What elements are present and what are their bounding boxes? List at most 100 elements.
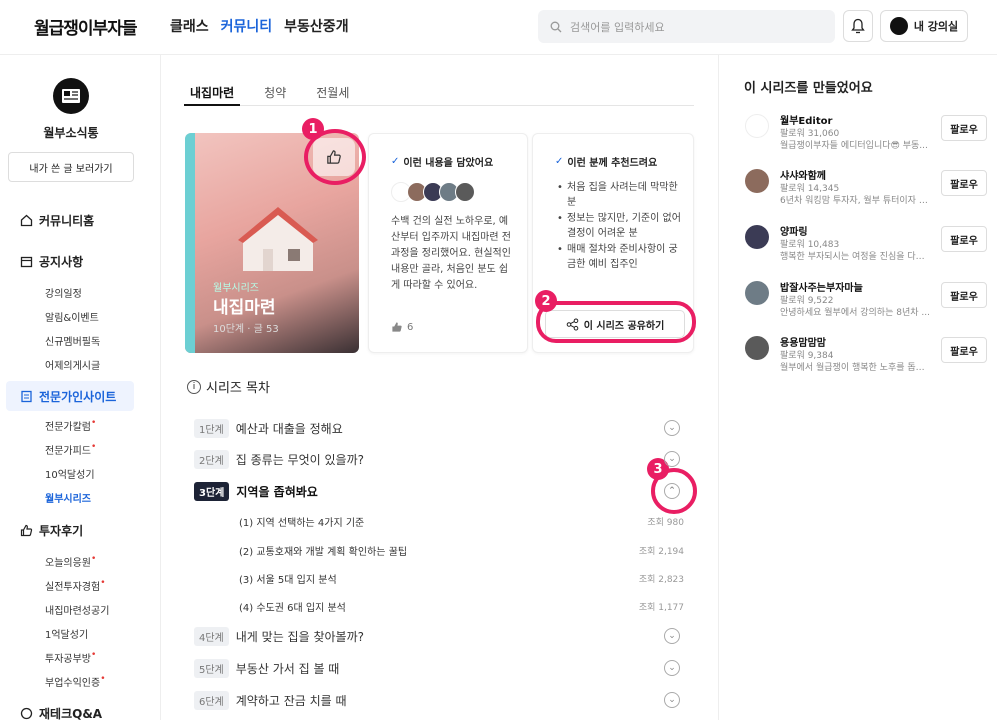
follow-button[interactable]: 팔로우 <box>941 170 987 196</box>
toc-sub-item[interactable]: (1) 지역 선택하는 4가지 기준 조회 980 <box>239 512 686 530</box>
thumbs-up-icon <box>392 322 402 332</box>
bell-icon <box>851 18 865 34</box>
sidebar-item-qna[interactable]: 재테크Q&A <box>20 705 102 722</box>
avatar <box>745 225 769 249</box>
sidebar-item-column[interactable]: 전문가칼럼• <box>45 418 96 433</box>
toc-stage[interactable]: 5단계 부동산 가서 집 볼 때 ⌄ <box>194 657 686 679</box>
chevron-down-icon[interactable]: ⌄ <box>664 660 680 676</box>
new-dot: • <box>100 674 106 684</box>
list-item: 매매 절차와 준비사항이 궁금한 예비 집주인 <box>557 242 681 272</box>
toc-stage[interactable]: 6단계 계약하고 잔금 치를 때 ⌄ <box>194 689 686 711</box>
cover-title: 내집마련 <box>213 298 276 318</box>
sidebar-item-home-success[interactable]: 내집마련성공기 <box>45 602 109 617</box>
follow-button[interactable]: 팔로우 <box>941 226 987 252</box>
main-nav: 클래스 커뮤니티 부동산중개 <box>170 16 349 36</box>
nav-community[interactable]: 커뮤니티 <box>221 16 273 36</box>
new-dot: • <box>91 554 97 564</box>
toc-stage[interactable]: 1단계 예산과 대출을 정해요 ⌄ <box>194 417 686 439</box>
stage-badge: 6단계 <box>194 690 229 710</box>
annotation-badge: 2 <box>535 290 557 312</box>
creator-item[interactable]: 월부Editor 팔로워 31,060 월급쟁이부자들 에디터입니다😎 부동..… <box>745 112 987 158</box>
sidebar-item-yesterday[interactable]: 어제의게시글 <box>45 357 100 372</box>
avatar[interactable] <box>53 78 89 114</box>
like-count-value: 6 <box>407 321 414 333</box>
toc-sub-item[interactable]: (2) 교통호재와 개발 계획 확인하는 꿀팁 조회 2,194 <box>239 541 686 559</box>
stage-badge: 5단계 <box>194 658 229 678</box>
lecture-icon <box>889 17 908 35</box>
sidebar-item-feed[interactable]: 전문가피드• <box>45 442 96 457</box>
search-input[interactable]: 검색어를 입력하세요 <box>538 10 835 43</box>
sub-item-title: (4) 수도권 6대 입지 분석 <box>239 602 346 614</box>
avatar <box>745 336 769 360</box>
search-placeholder: 검색어를 입력하세요 <box>570 20 665 34</box>
chevron-down-icon[interactable]: ⌄ <box>664 420 680 436</box>
sidebar-item-label: 전문가피드 <box>45 446 91 457</box>
stage-badge: 3단계 <box>194 481 230 501</box>
chevron-up-icon[interactable]: ⌃ <box>664 483 680 499</box>
content-description: 수백 건의 실전 노하우로, 예산부터 입주까지 내집마련 전 과정을 정리했어… <box>391 216 511 291</box>
tab-rent[interactable]: 전월세 <box>310 84 355 106</box>
follow-button[interactable]: 팔로우 <box>941 282 987 308</box>
my-lecture-label: 내 강의실 <box>913 20 959 33</box>
sidebar-section-label: 커뮤니티홈 <box>39 214 95 228</box>
sidebar-section-label: 투자후기 <box>39 524 84 538</box>
sidebar-item-newmember[interactable]: 신규멤버필독 <box>45 333 100 348</box>
creator-name: 양파링 <box>780 227 808 238</box>
sidebar-item-cheer[interactable]: 오늘의응원• <box>45 554 96 569</box>
list-item: 정보는 많지만, 기준이 없어 결정이 어려운 분 <box>557 211 681 241</box>
home-icon <box>20 214 33 227</box>
content-card: ✓ 이런 내용을 담았어요 수백 건의 실전 노하우로, 예산부터 입주까지 내집… <box>368 133 528 353</box>
creator-name: 용용맘맘맘 <box>780 338 826 349</box>
nav-realestate[interactable]: 부동산중개 <box>284 16 348 36</box>
my-posts-button[interactable]: 내가 쓴 글 보러가기 <box>8 152 134 182</box>
sidebar-item-notice[interactable]: 공지사항 <box>20 253 83 270</box>
divider <box>160 55 161 720</box>
chevron-down-icon[interactable]: ⌄ <box>664 628 680 644</box>
cover-stripe <box>185 133 195 353</box>
recommend-card-title: ✓ 이런 분께 추천드려요 <box>555 154 657 169</box>
stage-badge: 2단계 <box>194 449 229 469</box>
sidebar-item-practical[interactable]: 실전투자경험• <box>45 578 106 593</box>
sidebar-item-events[interactable]: 알림&이벤트 <box>45 309 99 324</box>
nav-class[interactable]: 클래스 <box>170 16 209 36</box>
sidebar-item-study[interactable]: 투자공부방• <box>45 650 96 665</box>
view-count: 조회 1,177 <box>638 602 684 613</box>
my-lecture-button[interactable]: 내 강의실 <box>880 10 968 42</box>
creator-desc: 안녕하세요 월부에서 강의하는 8년차 ... <box>780 308 930 318</box>
creator-item[interactable]: 샤샤와함께 팔로워 14,345 6년차 워킹맘 투자자, 월부 튜터이자 커.… <box>745 167 987 213</box>
toc-stage[interactable]: 4단계 내게 맞는 집을 찾아볼까? ⌄ <box>194 625 686 647</box>
toc-sub-item[interactable]: (3) 서울 5대 입지 분석 조회 2,823 <box>239 569 686 587</box>
sidebar-item-schedule[interactable]: 강의일정 <box>45 285 82 300</box>
sidebar-item-10eok[interactable]: 10억달성기 <box>45 466 95 481</box>
chevron-down-icon[interactable]: ⌄ <box>664 692 680 708</box>
stage-title: 예산과 대출을 정해요 <box>235 421 343 436</box>
toc-stage-expanded[interactable]: 3단계 지역을 좁혀봐요 ⌃ <box>194 480 686 502</box>
toc-title: 시리즈 목차 <box>206 381 270 396</box>
toc-stage[interactable]: 2단계 집 종류는 무엇이 있을까? ⌄ <box>194 448 686 470</box>
cover-category: 월부시리즈 <box>213 283 259 294</box>
sidebar-item-community-home[interactable]: 커뮤니티홈 <box>20 212 94 229</box>
creator-item[interactable]: 양파링 팔로워 10,483 행복한 부자되시는 여정을 진심을 다해... 팔… <box>745 223 987 269</box>
chevron-down-icon[interactable]: ⌄ <box>664 451 680 467</box>
tab-home-purchase[interactable]: 내집마련 <box>184 84 241 106</box>
sidebar-item-series[interactable]: 월부시리즈 <box>45 490 91 505</box>
notification-button[interactable] <box>843 10 873 42</box>
sidebar-item-sidejob[interactable]: 부업수익인증• <box>45 674 106 689</box>
creator-name: 밥잘사주는부자마늘 <box>780 283 863 294</box>
follow-button[interactable]: 팔로우 <box>941 337 987 363</box>
document-icon <box>21 390 32 403</box>
tab-subscription[interactable]: 청약 <box>258 84 292 106</box>
like-count: 6 <box>391 321 413 333</box>
toc-header: i 시리즈 목차 <box>187 377 270 396</box>
creator-item[interactable]: 용용맘맘맘 팔로워 9,384 월부에서 월급쟁이 행복한 노후를 돕는... … <box>745 334 987 380</box>
sidebar-item-expert-insight[interactable]: 전문가인사이트 <box>20 388 116 405</box>
follow-button[interactable]: 팔로우 <box>941 115 987 141</box>
sidebar-item-1eok[interactable]: 1억달성기 <box>45 626 88 641</box>
sidebar-item-review[interactable]: 투자후기 <box>20 522 83 539</box>
toc-sub-item[interactable]: (4) 수도권 6대 입지 분석 조회 1,177 <box>239 597 686 615</box>
creator-item[interactable]: 밥잘사주는부자마늘 팔로워 9,522 안녕하세요 월부에서 강의하는 8년차 … <box>745 279 987 325</box>
site-logo[interactable]: 월급쟁이부자들 <box>34 14 137 39</box>
recommend-card-title-text: 이런 분께 추천드려요 <box>567 158 658 169</box>
recommend-list: 처음 집을 사려는데 막막한 분 정보는 많지만, 기준이 없어 결정이 어려운… <box>557 180 681 273</box>
search-icon <box>550 21 562 32</box>
